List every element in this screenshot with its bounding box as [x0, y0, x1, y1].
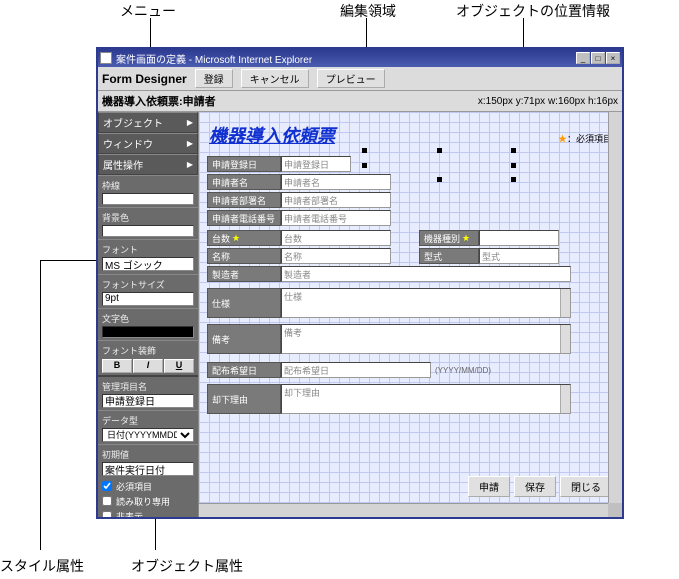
input-qty[interactable]: 台数	[281, 230, 391, 246]
annotation-menu: メニュー	[120, 1, 176, 21]
label-name[interactable]: 名称	[207, 248, 281, 264]
datatype-label: データ型	[102, 414, 194, 427]
textarea-spec[interactable]: 仕様	[281, 288, 571, 318]
leader-line	[40, 260, 41, 550]
scrollbar[interactable]	[560, 385, 570, 413]
hint-dist-date: (YYYY/MM/DD)	[431, 362, 491, 378]
menu-object[interactable]: オブジェクト▶	[98, 112, 198, 133]
chevron-right-icon: ▶	[187, 139, 193, 148]
input-name[interactable]: 名称	[281, 248, 391, 264]
label-model[interactable]: 型式	[419, 248, 479, 264]
sidebar: オブジェクト▶ ウィンドウ▶ 属性操作▶ 枠線 背景色 フォント フォントサイズ…	[98, 112, 198, 517]
readonly-checkbox[interactable]	[102, 496, 112, 506]
label-maker[interactable]: 製造者	[207, 266, 281, 282]
register-button[interactable]: 登録	[195, 69, 233, 88]
label-dept[interactable]: 申請者部署名	[207, 192, 281, 208]
app-label: Form Designer	[102, 72, 187, 86]
border-swatch[interactable]	[102, 193, 194, 205]
datatype-select[interactable]: 日付(YYYYMMDD)	[102, 428, 194, 442]
underline-button[interactable]: U	[164, 359, 194, 373]
italic-button[interactable]: I	[133, 359, 163, 373]
bold-button[interactable]: B	[102, 359, 132, 373]
cancel-button[interactable]: キャンセル	[241, 69, 309, 88]
scrollbar[interactable]	[560, 289, 570, 317]
decoration-label: フォント装飾	[102, 344, 194, 357]
fontsize-label: フォントサイズ	[102, 278, 194, 291]
app-icon	[100, 52, 112, 64]
font-field[interactable]	[102, 257, 194, 271]
maximize-button[interactable]: □	[591, 52, 605, 64]
annotation-edit-area: 編集領域	[340, 1, 396, 21]
font-label: フォント	[102, 243, 194, 256]
chevron-right-icon: ▶	[187, 118, 193, 127]
label-remarks[interactable]: 備考	[207, 324, 281, 354]
label-qty[interactable]: 台数★	[207, 230, 281, 246]
preview-button[interactable]: プレビュー	[317, 69, 385, 88]
titlebar: 案件画面の定義 - Microsoft Internet Explorer _ …	[98, 49, 622, 67]
textarea-remarks[interactable]: 備考	[281, 324, 571, 354]
canvas-scrollbar-horizontal[interactable]	[199, 503, 608, 517]
required-check-row[interactable]: 必須項目	[98, 479, 198, 494]
input-device-type[interactable]	[479, 230, 559, 246]
input-phone[interactable]: 申請者電話番号	[281, 210, 391, 226]
label-applicant[interactable]: 申請者名	[207, 174, 281, 190]
border-label: 枠線	[102, 179, 194, 192]
label-dist-date[interactable]: 配布希望日	[207, 362, 281, 378]
toolbar: Form Designer 登録 キャンセル プレビュー	[98, 67, 622, 91]
close-form-button[interactable]: 閉じる	[560, 476, 612, 497]
label-phone[interactable]: 申請者電話番号	[207, 210, 281, 226]
form-title[interactable]: 機器導入依頼票	[209, 122, 335, 148]
objname-label: 管理項目名	[102, 380, 194, 393]
default-label: 初期値	[102, 448, 194, 461]
label-spec[interactable]: 仕様	[207, 288, 281, 318]
annotation-style-attr: スタイル属性	[0, 556, 84, 576]
label-reject[interactable]: 却下理由	[207, 384, 281, 414]
editor-canvas[interactable]: 機器導入依頼票 ★：必須項目 申請登録日 申請登録日 申請者名 申請者名 申請者…	[198, 112, 622, 517]
scrollbar[interactable]	[560, 325, 570, 353]
position-readout: x:150px y:71px w:160px h:16px	[478, 96, 618, 107]
annotation-position: オブジェクトの位置情報	[456, 1, 610, 21]
save-button[interactable]: 保存	[514, 476, 556, 497]
readonly-check-row[interactable]: 読み取り専用	[98, 494, 198, 509]
app-window: 案件画面の定義 - Microsoft Internet Explorer _ …	[96, 47, 624, 519]
default-field[interactable]	[102, 462, 194, 476]
fontsize-field[interactable]	[102, 292, 194, 306]
breadcrumb: 機器導入依頼票:申請者	[102, 93, 216, 109]
input-dist-date[interactable]: 配布希望日	[281, 362, 431, 378]
menu-attr-op[interactable]: 属性操作▶	[98, 154, 198, 175]
minimize-button[interactable]: _	[576, 52, 590, 64]
bg-swatch[interactable]	[102, 225, 194, 237]
apply-button[interactable]: 申請	[468, 476, 510, 497]
color-label: 文字色	[102, 312, 194, 325]
close-button[interactable]: ×	[606, 52, 620, 64]
annotation-object-attr: オブジェクト属性	[131, 556, 243, 576]
infobar: 機器導入依頼票:申請者 x:150px y:71px w:160px h:16p…	[98, 91, 622, 112]
input-maker[interactable]: 製造者	[281, 266, 571, 282]
input-applicant[interactable]: 申請者名	[281, 174, 391, 190]
canvas-scrollbar-vertical[interactable]	[608, 112, 622, 503]
menu-window[interactable]: ウィンドウ▶	[98, 133, 198, 154]
input-reg-date[interactable]: 申請登録日	[281, 156, 351, 172]
input-dept[interactable]: 申請者部署名	[281, 192, 391, 208]
canvas-scrollbar-corner	[608, 503, 622, 517]
leader-line	[40, 260, 96, 261]
hidden-check-row[interactable]: 非表示	[98, 509, 198, 518]
input-model[interactable]: 型式	[479, 248, 559, 264]
hidden-checkbox[interactable]	[102, 511, 112, 517]
objname-field[interactable]	[102, 394, 194, 408]
label-reg-date[interactable]: 申請登録日	[207, 156, 281, 172]
bg-label: 背景色	[102, 211, 194, 224]
textarea-reject[interactable]: 却下理由	[281, 384, 571, 414]
chevron-right-icon: ▶	[187, 160, 193, 169]
color-swatch[interactable]	[102, 326, 194, 338]
required-checkbox[interactable]	[102, 481, 112, 491]
label-device-type[interactable]: 機器種別★	[419, 230, 479, 246]
window-title: 案件画面の定義 - Microsoft Internet Explorer	[116, 51, 312, 66]
required-legend: ★：必須項目	[558, 132, 612, 145]
